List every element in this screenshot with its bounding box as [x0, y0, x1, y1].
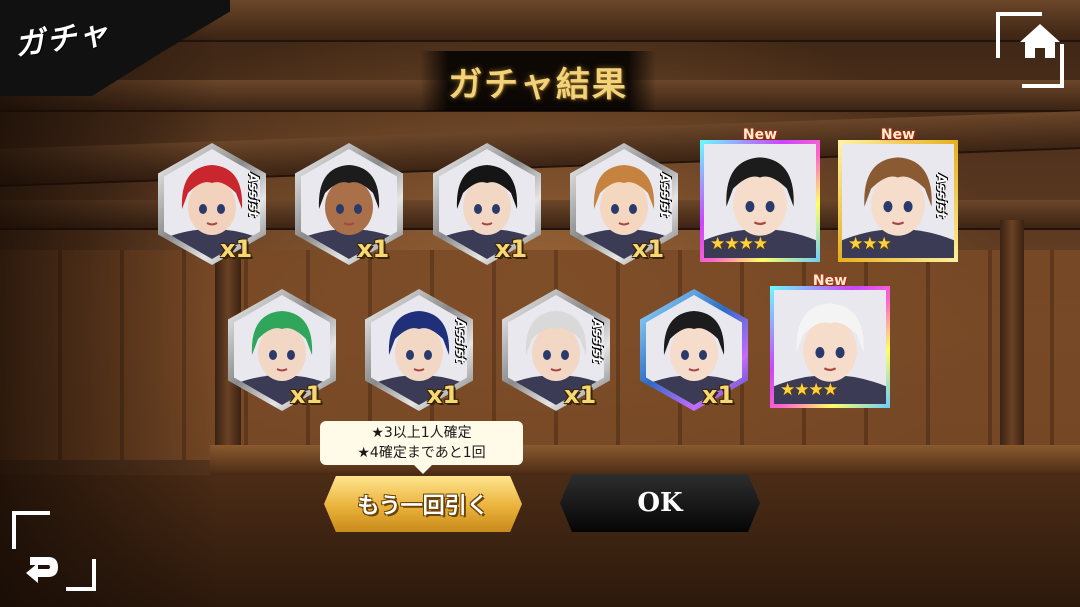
count-label: x1 [632, 235, 665, 263]
rarity-stars: ★★★ [848, 234, 892, 254]
result-card-row1-2[interactable]: x1 [295, 143, 403, 265]
rarity-frame: ★★★★ [700, 140, 820, 262]
draw-again-label: もう一回引く [357, 494, 489, 519]
portrait-clip: ★★★★ [704, 144, 816, 258]
result-card-row1-1[interactable]: Assist x1 [158, 143, 266, 265]
new-badge: New [880, 127, 916, 143]
back-button[interactable] [10, 509, 98, 595]
new-badge: New [742, 127, 778, 143]
home-button[interactable] [994, 10, 1066, 90]
rarity-frame: Assist ★★★ [838, 140, 958, 262]
result-card-row2-1[interactable]: x1 [228, 289, 336, 411]
portrait-clip: Assist ★★★ [842, 144, 954, 258]
count-label: x1 [220, 235, 253, 263]
result-card-row2-5[interactable]: ★★★★ New [770, 273, 890, 408]
count-label: x1 [495, 235, 528, 263]
result-card-row1-6[interactable]: Assist ★★★ New [838, 127, 958, 262]
tooltip-line-1: ★3以上1人確定 [371, 425, 472, 441]
ok-label: OK [637, 488, 683, 518]
count-label: x1 [564, 381, 597, 409]
ok-button[interactable]: OK [560, 474, 760, 532]
count-label: x1 [427, 381, 460, 409]
draw-again-button[interactable]: もう一回引く [324, 476, 522, 532]
new-badge: New [812, 273, 848, 289]
result-card-row2-4[interactable]: x1 [640, 289, 748, 411]
rarity-frame: ★★★★ [770, 286, 890, 408]
home-icon [996, 12, 1064, 88]
rarity-stars: ★★★★ [710, 234, 768, 254]
assist-tag: Assist [657, 173, 672, 217]
guarantee-tooltip: ★3以上1人確定 ★4確定まであと1回 [320, 421, 523, 474]
assist-tag: Assist [245, 173, 260, 217]
result-card-row1-5[interactable]: ★★★★ New [700, 127, 820, 262]
result-card-row1-4[interactable]: Assist x1 [570, 143, 678, 265]
gacha-result-title-plate: ガチャ結果 [420, 51, 656, 111]
result-card-row2-2[interactable]: Assist x1 [365, 289, 473, 411]
return-arrow-icon [12, 511, 96, 591]
rarity-stars: ★★★★ [780, 380, 838, 400]
count-label: x1 [357, 235, 390, 263]
assist-tag: Assist [452, 319, 467, 363]
assist-tag: Assist [589, 319, 604, 363]
page-title: ガチャ結果 [448, 64, 628, 105]
portrait-clip: ★★★★ [774, 290, 886, 404]
count-label: x1 [290, 381, 323, 409]
result-card-row1-3[interactable]: x1 [433, 143, 541, 265]
count-label: x1 [702, 381, 735, 409]
result-card-row2-3[interactable]: Assist x1 [502, 289, 610, 411]
tooltip-line-2: ★4確定まであと1回 [357, 445, 486, 461]
assist-tag: Assist [933, 174, 948, 218]
